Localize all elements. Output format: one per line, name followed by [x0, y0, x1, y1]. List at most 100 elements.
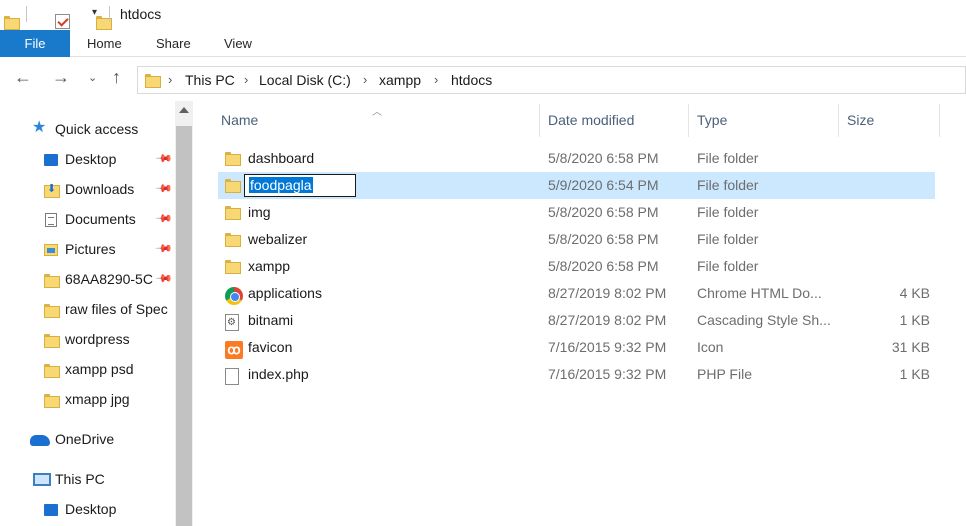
breadcrumb-this-pc[interactable]: This PC [185, 72, 235, 88]
column-divider[interactable] [838, 104, 839, 137]
column-header-size[interactable]: Size [847, 112, 874, 128]
file-date: 8/27/2019 8:02 PM [548, 285, 667, 301]
file-row-applications[interactable]: applications 8/27/2019 8:02 PM Chrome HT… [218, 280, 935, 307]
rename-input[interactable]: foodpagla [244, 174, 356, 197]
column-divider[interactable] [939, 104, 940, 137]
navigation-pane: ★ Quick access Desktop 📌 Downloads 📌 Doc… [0, 101, 175, 526]
file-name: img [248, 204, 271, 220]
folder-icon [44, 334, 60, 348]
nav-item-documents[interactable]: Documents 📌 [0, 205, 175, 235]
file-list: ︿ Name Date modified Type Size dashboard… [193, 101, 966, 526]
nav-item-desktop-pc[interactable]: Desktop [0, 495, 175, 525]
tab-share[interactable]: Share [138, 30, 209, 57]
tab-file[interactable]: File [0, 30, 70, 57]
nav-item-label: This PC [55, 471, 105, 487]
downloads-icon [44, 182, 60, 198]
nav-item-xampp-psd[interactable]: xampp psd [0, 355, 175, 385]
file-type: File folder [697, 150, 759, 166]
file-type: File folder [697, 204, 759, 220]
breadcrumb-local-disk[interactable]: Local Disk (C:) [259, 72, 351, 88]
file-row-img[interactable]: img 5/8/2020 6:58 PM File folder [218, 199, 935, 226]
up-arrow-icon[interactable]: ↑ [112, 67, 121, 88]
folder-icon [225, 152, 241, 166]
nav-item-label: raw files of Spec [65, 301, 168, 317]
nav-item-pictures[interactable]: Pictures 📌 [0, 235, 175, 265]
nav-item-quick-access[interactable]: ★ Quick access [0, 115, 175, 145]
desktop-icon [44, 154, 58, 166]
properties-icon[interactable] [55, 13, 70, 29]
folder-icon [44, 394, 60, 408]
nav-item-label: 68AA8290-5C [65, 271, 153, 287]
file-date: 5/8/2020 6:58 PM [548, 258, 659, 274]
customize-toolbar-dropdown-icon[interactable]: ▾ [92, 7, 97, 18]
recent-locations-chevron-icon[interactable]: ⌄ [88, 71, 97, 84]
nav-item-68aa8290[interactable]: 68AA8290-5C 📌 [0, 265, 175, 295]
address-bar[interactable]: › This PC › Local Disk (C:) › xampp › ht… [137, 66, 966, 94]
nav-item-onedrive[interactable]: OneDrive [0, 425, 175, 455]
nav-item-raw-files[interactable]: raw files of Spec [0, 295, 175, 325]
file-row-xampp[interactable]: xampp 5/8/2020 6:58 PM File folder [218, 253, 935, 280]
nav-item-label: Documents [65, 211, 136, 227]
navigation-bar: ← → ⌄ ↑ › This PC › Local Disk (C:) › xa… [0, 57, 966, 101]
nav-item-desktop[interactable]: Desktop 📌 [0, 145, 175, 175]
pin-icon[interactable]: 📌 [154, 239, 173, 258]
scroll-up-arrow-icon[interactable] [179, 107, 189, 113]
file-type: Cascading Style Sh... [697, 312, 831, 328]
nav-item-label: xmapp jpg [65, 391, 130, 407]
php-file-icon [225, 368, 239, 385]
file-row-dashboard[interactable]: dashboard 5/8/2020 6:58 PM File folder [218, 145, 935, 172]
file-date: 5/9/2020 6:54 PM [548, 177, 659, 193]
file-date: 8/27/2019 8:02 PM [548, 312, 667, 328]
breadcrumb-chevron-icon[interactable]: › [363, 72, 367, 87]
new-folder-icon[interactable] [96, 16, 112, 30]
file-name: index.php [248, 366, 309, 382]
file-row-favicon[interactable]: ꝏ favicon 7/16/2015 9:32 PM Icon 31 KB [218, 334, 935, 361]
scrollbar-thumb[interactable] [176, 126, 192, 526]
column-header-date-modified[interactable]: Date modified [548, 112, 634, 128]
file-date: 5/8/2020 6:58 PM [548, 231, 659, 247]
column-divider[interactable] [539, 104, 540, 137]
ribbon-tabs: File Home Share View [0, 30, 966, 57]
pin-icon[interactable]: 📌 [154, 149, 173, 168]
column-header-name[interactable]: Name [221, 112, 258, 128]
file-name: bitnami [248, 312, 294, 328]
nav-item-xmapp-jpg[interactable]: xmapp jpg [0, 385, 175, 415]
file-date: 5/8/2020 6:58 PM [548, 150, 659, 166]
css-file-icon [225, 314, 239, 331]
sort-ascending-icon: ︿ [372, 107, 382, 118]
breadcrumb-chevron-icon[interactable]: › [168, 72, 172, 87]
back-arrow-icon[interactable]: ← [14, 67, 32, 88]
tab-home[interactable]: Home [69, 30, 140, 57]
breadcrumb-chevron-icon[interactable]: › [244, 72, 248, 87]
pin-icon[interactable]: 📌 [154, 209, 173, 228]
folder-icon [44, 304, 60, 318]
breadcrumb-htdocs[interactable]: htdocs [451, 72, 492, 88]
nav-pane-scrollbar[interactable] [175, 101, 193, 526]
chrome-html-icon [225, 287, 243, 305]
file-name: xampp [248, 258, 291, 274]
file-row-index-php[interactable]: index.php 7/16/2015 9:32 PM PHP File 1 K… [218, 361, 935, 388]
column-header-type[interactable]: Type [697, 112, 727, 128]
nav-item-this-pc[interactable]: This PC [0, 465, 175, 495]
column-divider[interactable] [688, 104, 689, 137]
file-row-bitnami[interactable]: bitnami 8/27/2019 8:02 PM Cascading Styl… [218, 307, 935, 334]
pin-icon[interactable]: 📌 [154, 179, 173, 198]
file-name: webalizer [248, 231, 308, 247]
nav-item-label: xampp psd [65, 361, 134, 377]
desktop-icon [44, 504, 58, 516]
breadcrumb-chevron-icon[interactable]: › [434, 72, 438, 87]
nav-item-label: Desktop [65, 501, 117, 517]
folder-icon[interactable] [4, 16, 20, 30]
file-row-webalizer[interactable]: webalizer 5/8/2020 6:58 PM File folder [218, 226, 935, 253]
star-icon: ★ [32, 119, 47, 136]
nav-item-wordpress[interactable]: wordpress [0, 325, 175, 355]
pin-icon[interactable]: 📌 [154, 269, 173, 288]
tab-view[interactable]: View [206, 30, 270, 57]
file-type: Icon [697, 339, 724, 355]
file-size: 31 KB [891, 339, 930, 355]
file-row-foodpagla[interactable]: foodpagla 5/9/2020 6:54 PM File folder [218, 172, 935, 199]
nav-item-downloads[interactable]: Downloads 📌 [0, 175, 175, 205]
toolbar-divider [109, 6, 110, 22]
breadcrumb-xampp[interactable]: xampp [379, 72, 421, 88]
forward-arrow-icon[interactable]: → [52, 67, 70, 88]
